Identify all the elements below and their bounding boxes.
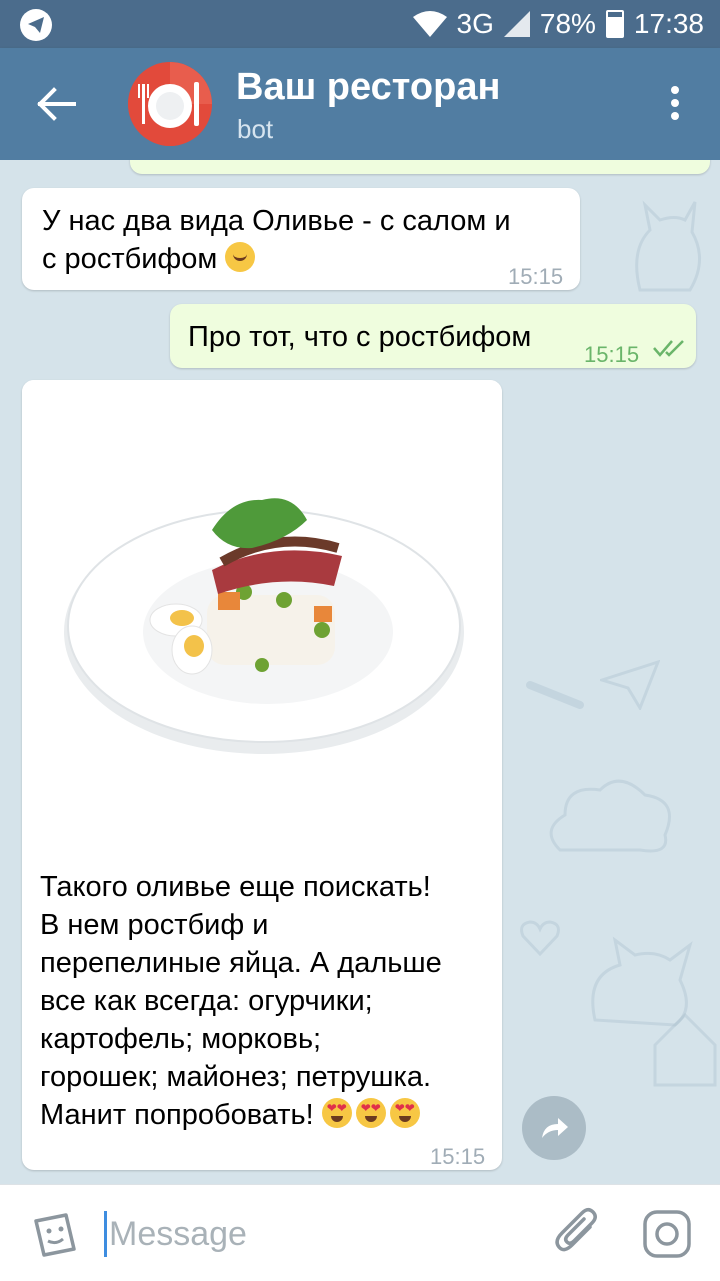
battery-icon	[605, 10, 624, 38]
caption-line: Такого оливье еще поискать!	[40, 871, 431, 903]
chat-area[interactable]: У нас два вида Оливье - с салом и с рост…	[0, 160, 720, 1184]
signal-icon	[503, 11, 530, 37]
incoming-photo-message[interactable]: Такого оливье еще поискать! В нем ростби…	[22, 380, 502, 1170]
bot-avatar[interactable]	[128, 62, 212, 146]
caption-line: все как всегда: огурчики;	[40, 985, 373, 1017]
message-text-line: У нас два вида Оливье - с салом и	[42, 205, 511, 237]
heart-eyes-emoji-icon	[321, 1098, 352, 1128]
network-type: 3G	[456, 8, 494, 39]
camera-icon[interactable]	[642, 1209, 692, 1259]
message-time: 15:15	[584, 342, 640, 367]
salad-photo[interactable]	[22, 380, 502, 850]
more-vertical-icon[interactable]	[670, 86, 680, 124]
share-button[interactable]	[522, 1096, 586, 1160]
incoming-message[interactable]: У нас два вида Оливье - с салом и с рост…	[22, 188, 580, 290]
heart-doodle-icon	[520, 920, 560, 956]
caption-line: горошек; майонез; петрушка.	[40, 1061, 432, 1093]
chat-subtitle: bot	[237, 114, 274, 144]
double-check-icon	[653, 340, 684, 357]
caption-line: картофель; морковь;	[40, 1023, 322, 1055]
status-bar: 3G 78% 17:38	[0, 0, 720, 48]
heart-eyes-emoji-icon	[355, 1098, 386, 1128]
chat-title[interactable]: Ваш ресторан	[236, 66, 500, 109]
dog-doodle-icon	[591, 936, 693, 1027]
caption-line: В нем ростбиф и	[40, 909, 269, 941]
heart-eyes-emoji-icon	[389, 1098, 420, 1128]
message-text: Про тот, что с ростбифом	[188, 321, 532, 353]
cloud-doodle-icon	[549, 779, 671, 853]
share-arrow-icon	[542, 1118, 568, 1138]
paperclip-icon[interactable]	[554, 1207, 598, 1259]
message-text-line: с ростбифом	[42, 243, 218, 275]
status-right: 3G 78% 17:38	[412, 8, 704, 40]
message-input-bar: Message	[0, 1184, 720, 1281]
battery-percent: 78%	[539, 8, 596, 39]
bone-doodle-icon	[526, 681, 584, 709]
back-arrow-icon[interactable]	[36, 86, 76, 122]
chat-header: Ваш ресторан bot	[0, 48, 720, 160]
telegram-icon	[20, 9, 52, 41]
clock: 17:38	[633, 8, 704, 39]
caption-line: перепелиные яйца. А дальше	[40, 947, 442, 979]
partial-outgoing-message	[130, 160, 710, 174]
wifi-icon	[412, 11, 447, 37]
caption-line: Манит попробовать!	[40, 1099, 314, 1131]
message-time: 15:15	[508, 264, 564, 289]
plate-cutlery-icon	[128, 62, 212, 146]
message-input[interactable]: Message	[104, 1211, 247, 1257]
paper-plane-doodle-icon	[600, 660, 660, 710]
message-time: 15:15	[430, 1144, 486, 1169]
hugging-face-emoji-icon	[225, 242, 256, 272]
cat-doodle-icon	[635, 200, 702, 292]
sticker-icon[interactable]	[30, 1211, 78, 1259]
outgoing-message[interactable]: Про тот, что с ростбифом 15:15	[170, 304, 696, 368]
